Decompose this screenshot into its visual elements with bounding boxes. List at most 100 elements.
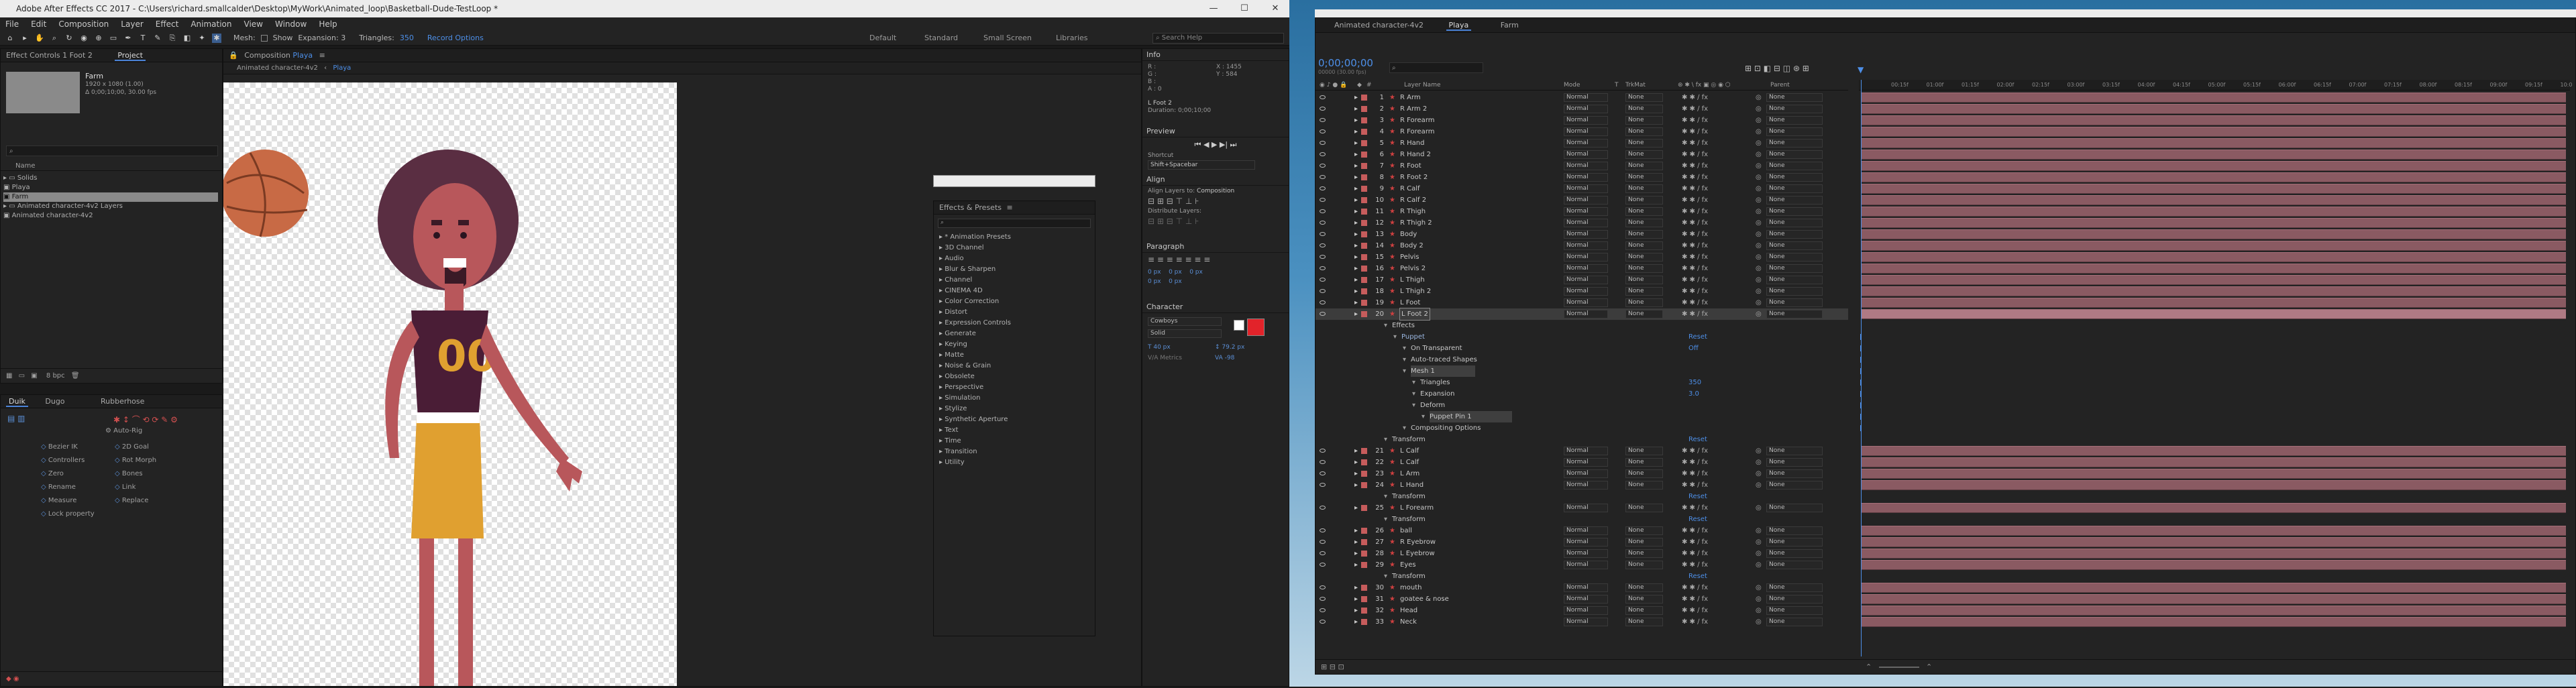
visibility-eye-icon[interactable]: [1320, 593, 1326, 605]
keyframe-marker[interactable]: [1860, 402, 1864, 408]
workspace-small-screen[interactable]: Small Screen: [983, 31, 1032, 46]
parent-dropdown[interactable]: None: [1766, 230, 1823, 239]
property-row[interactable]: ▾ Deform: [1316, 400, 1848, 411]
triangles-value[interactable]: 350: [400, 34, 414, 42]
property-row[interactable]: ▾ Puppet Pin 1: [1316, 411, 1848, 422]
pickwhip-icon[interactable]: ◎: [1756, 217, 1762, 229]
layer-name[interactable]: R Eyebrow: [1400, 536, 1436, 548]
pickwhip-icon[interactable]: ◎: [1756, 468, 1762, 479]
visibility-eye-icon[interactable]: [1320, 229, 1326, 240]
layer-switches-icons[interactable]: ✱ ✱ ∕ fx: [1682, 457, 1708, 468]
label-color[interactable]: [1361, 593, 1367, 605]
trkmat-dropdown[interactable]: None: [1625, 310, 1663, 319]
visibility-eye-icon[interactable]: [1320, 115, 1326, 126]
menu-item-help[interactable]: Help: [319, 17, 337, 31]
effect-category[interactable]: ▸ Text: [939, 425, 1095, 436]
first-frame-icon[interactable]: ⏮: [1195, 140, 1201, 149]
trkmat-dropdown[interactable]: None: [1625, 606, 1663, 615]
visibility-eye-icon[interactable]: [1320, 172, 1326, 183]
layer-switches-icons[interactable]: ✱ ✱ ∕ fx: [1682, 445, 1708, 457]
visibility-eye-icon[interactable]: [1320, 160, 1326, 172]
keyframe-marker[interactable]: [1860, 414, 1864, 420]
hand-icon[interactable]: ✋: [35, 34, 44, 43]
property-value[interactable]: Off: [1688, 343, 1699, 354]
paragraph-align-buttons[interactable]: ≡ ≡ ≡ ≡ ≡ ≡ ≡: [1142, 253, 1289, 266]
composition-canvas[interactable]: 00: [221, 82, 677, 686]
effect-category[interactable]: ▸ Perspective: [939, 382, 1095, 393]
label-color[interactable]: [1361, 103, 1367, 115]
layer-duration-bar[interactable]: [1862, 606, 2566, 616]
pickwhip-icon[interactable]: ◎: [1756, 115, 1762, 126]
pickwhip-icon[interactable]: ◎: [1756, 525, 1762, 536]
prev-frame-icon[interactable]: ◀: [1203, 140, 1209, 149]
tab-dugo[interactable]: Dugo: [45, 397, 64, 406]
tab-project[interactable]: Project: [115, 51, 146, 61]
trkmat-dropdown[interactable]: None: [1625, 526, 1663, 535]
expand-chevron-icon[interactable]: ▾: [1384, 514, 1387, 525]
layer-row[interactable]: ▸ 13 ★ Body Normal None ✱ ✱ ∕ fx ◎ None: [1316, 229, 1848, 240]
zoom-icon[interactable]: ⌕: [50, 34, 59, 43]
keyframe-marker[interactable]: [1860, 357, 1864, 363]
expand-chevron-icon[interactable]: ▸: [1354, 445, 1358, 457]
layer-name[interactable]: R Calf: [1400, 183, 1420, 194]
layer-name[interactable]: R Thigh: [1400, 206, 1426, 217]
layer-switches-icons[interactable]: ✱ ✱ ∕ fx: [1682, 240, 1708, 251]
layer-switches-icons[interactable]: ✱ ✱ ∕ fx: [1682, 536, 1708, 548]
label-color[interactable]: [1361, 582, 1367, 593]
pickwhip-icon[interactable]: ◎: [1756, 582, 1762, 593]
mode-dropdown[interactable]: Normal: [1564, 458, 1608, 467]
time-ruler[interactable]: 00:15f 01:00f 01:15f 02:00f 02:15f 03:00f 03:1…: [1859, 80, 2572, 91]
layer-switches-icons[interactable]: ✱ ✱ ∕ fx: [1682, 92, 1708, 103]
trkmat-dropdown[interactable]: None: [1625, 458, 1663, 467]
expand-chevron-icon[interactable]: ▸: [1354, 502, 1358, 514]
pickwhip-icon[interactable]: ◎: [1756, 160, 1762, 172]
label-color[interactable]: [1361, 274, 1367, 286]
trkmat-dropdown[interactable]: None: [1625, 287, 1663, 296]
visibility-eye-icon[interactable]: [1320, 183, 1326, 194]
expand-chevron-icon[interactable]: ▸: [1354, 308, 1358, 320]
expand-chevron-icon[interactable]: ▾: [1393, 331, 1397, 343]
home-icon[interactable]: ⌂: [5, 34, 15, 43]
label-color[interactable]: [1361, 183, 1367, 194]
mode-dropdown[interactable]: Normal: [1564, 139, 1608, 148]
zoom-in-icon[interactable]: ⌃: [1926, 660, 1932, 675]
layer-switches-icons[interactable]: ✱ ✱ ∕ fx: [1682, 616, 1708, 628]
layer-row[interactable]: ▸ 20 ★ L Foot 2 Normal None ✱ ✱ ∕ fx ◎ None: [1316, 308, 1848, 321]
duik-tool-icons[interactable]: ✱ ↕ ⌒ ⟲ ⟳ ✎ ⚙: [113, 414, 178, 425]
pickwhip-icon[interactable]: ◎: [1756, 548, 1762, 559]
layer-row[interactable]: ▸ 28 ★ L Eyebrow Normal None ✱ ✱ ∕ fx ◎ None: [1316, 548, 1848, 559]
mode-dropdown[interactable]: Normal: [1564, 230, 1608, 239]
layer-row[interactable]: ▸ 12 ★ R Thigh 2 Normal None ✱ ✱ ∕ fx ◎ None: [1316, 217, 1848, 229]
property-name[interactable]: Puppet: [1401, 331, 1425, 343]
project-item[interactable]: ▸ ▭ Animated character-4v2 Layers: [3, 202, 218, 211]
pickwhip-icon[interactable]: ◎: [1756, 251, 1762, 263]
trkmat-dropdown[interactable]: None: [1625, 162, 1663, 170]
duik-tool-zero[interactable]: ◇ Zero: [41, 467, 64, 481]
mode-dropdown[interactable]: Normal: [1564, 618, 1608, 626]
property-row[interactable]: ▾ Transform Reset: [1316, 571, 1848, 582]
expand-chevron-icon[interactable]: ▸: [1354, 126, 1358, 137]
parent-dropdown[interactable]: None: [1766, 219, 1823, 227]
layer-row[interactable]: ▸ 31 ★ goatee & nose Normal None ✱ ✱ ∕ fx ◎ None: [1316, 593, 1848, 605]
new-comp-icon[interactable]: ▣: [31, 372, 37, 380]
layer-duration-bar[interactable]: [1862, 218, 2566, 228]
label-color[interactable]: [1361, 251, 1367, 263]
mode-dropdown[interactable]: Normal: [1564, 549, 1608, 558]
property-name[interactable]: On Transparent: [1411, 343, 1462, 354]
layer-duration-bar[interactable]: [1862, 503, 2566, 513]
layer-row[interactable]: ▸ 5 ★ R Hand Normal None ✱ ✱ ∕ fx ◎ None: [1316, 137, 1848, 149]
layer-switches-icons[interactable]: ✱ ✱ ∕ fx: [1682, 308, 1708, 320]
trkmat-dropdown[interactable]: None: [1625, 264, 1663, 273]
layer-row[interactable]: ▸ 10 ★ R Calf 2 Normal None ✱ ✱ ∕ fx ◎ None: [1316, 194, 1848, 206]
effect-category[interactable]: ▸ Synthetic Aperture: [939, 414, 1095, 425]
property-row[interactable]: ▾ Puppet Reset: [1316, 331, 1848, 343]
pickwhip-icon[interactable]: ◎: [1756, 445, 1762, 457]
mode-dropdown[interactable]: Normal: [1564, 583, 1608, 592]
leading-field[interactable]: ↕ 79.2 px: [1215, 344, 1244, 351]
effect-category[interactable]: ▸ Noise & Grain: [939, 361, 1095, 371]
layer-row[interactable]: ▸ 29 ★ Eyes Normal None ✱ ✱ ∕ fx ◎ None: [1316, 559, 1848, 571]
layer-duration-bar[interactable]: [1862, 526, 2566, 536]
layer-switches-icons[interactable]: ✱ ✱ ∕ fx: [1682, 297, 1708, 308]
parent-dropdown[interactable]: None: [1766, 207, 1823, 216]
keyframe-marker[interactable]: [1860, 345, 1864, 351]
